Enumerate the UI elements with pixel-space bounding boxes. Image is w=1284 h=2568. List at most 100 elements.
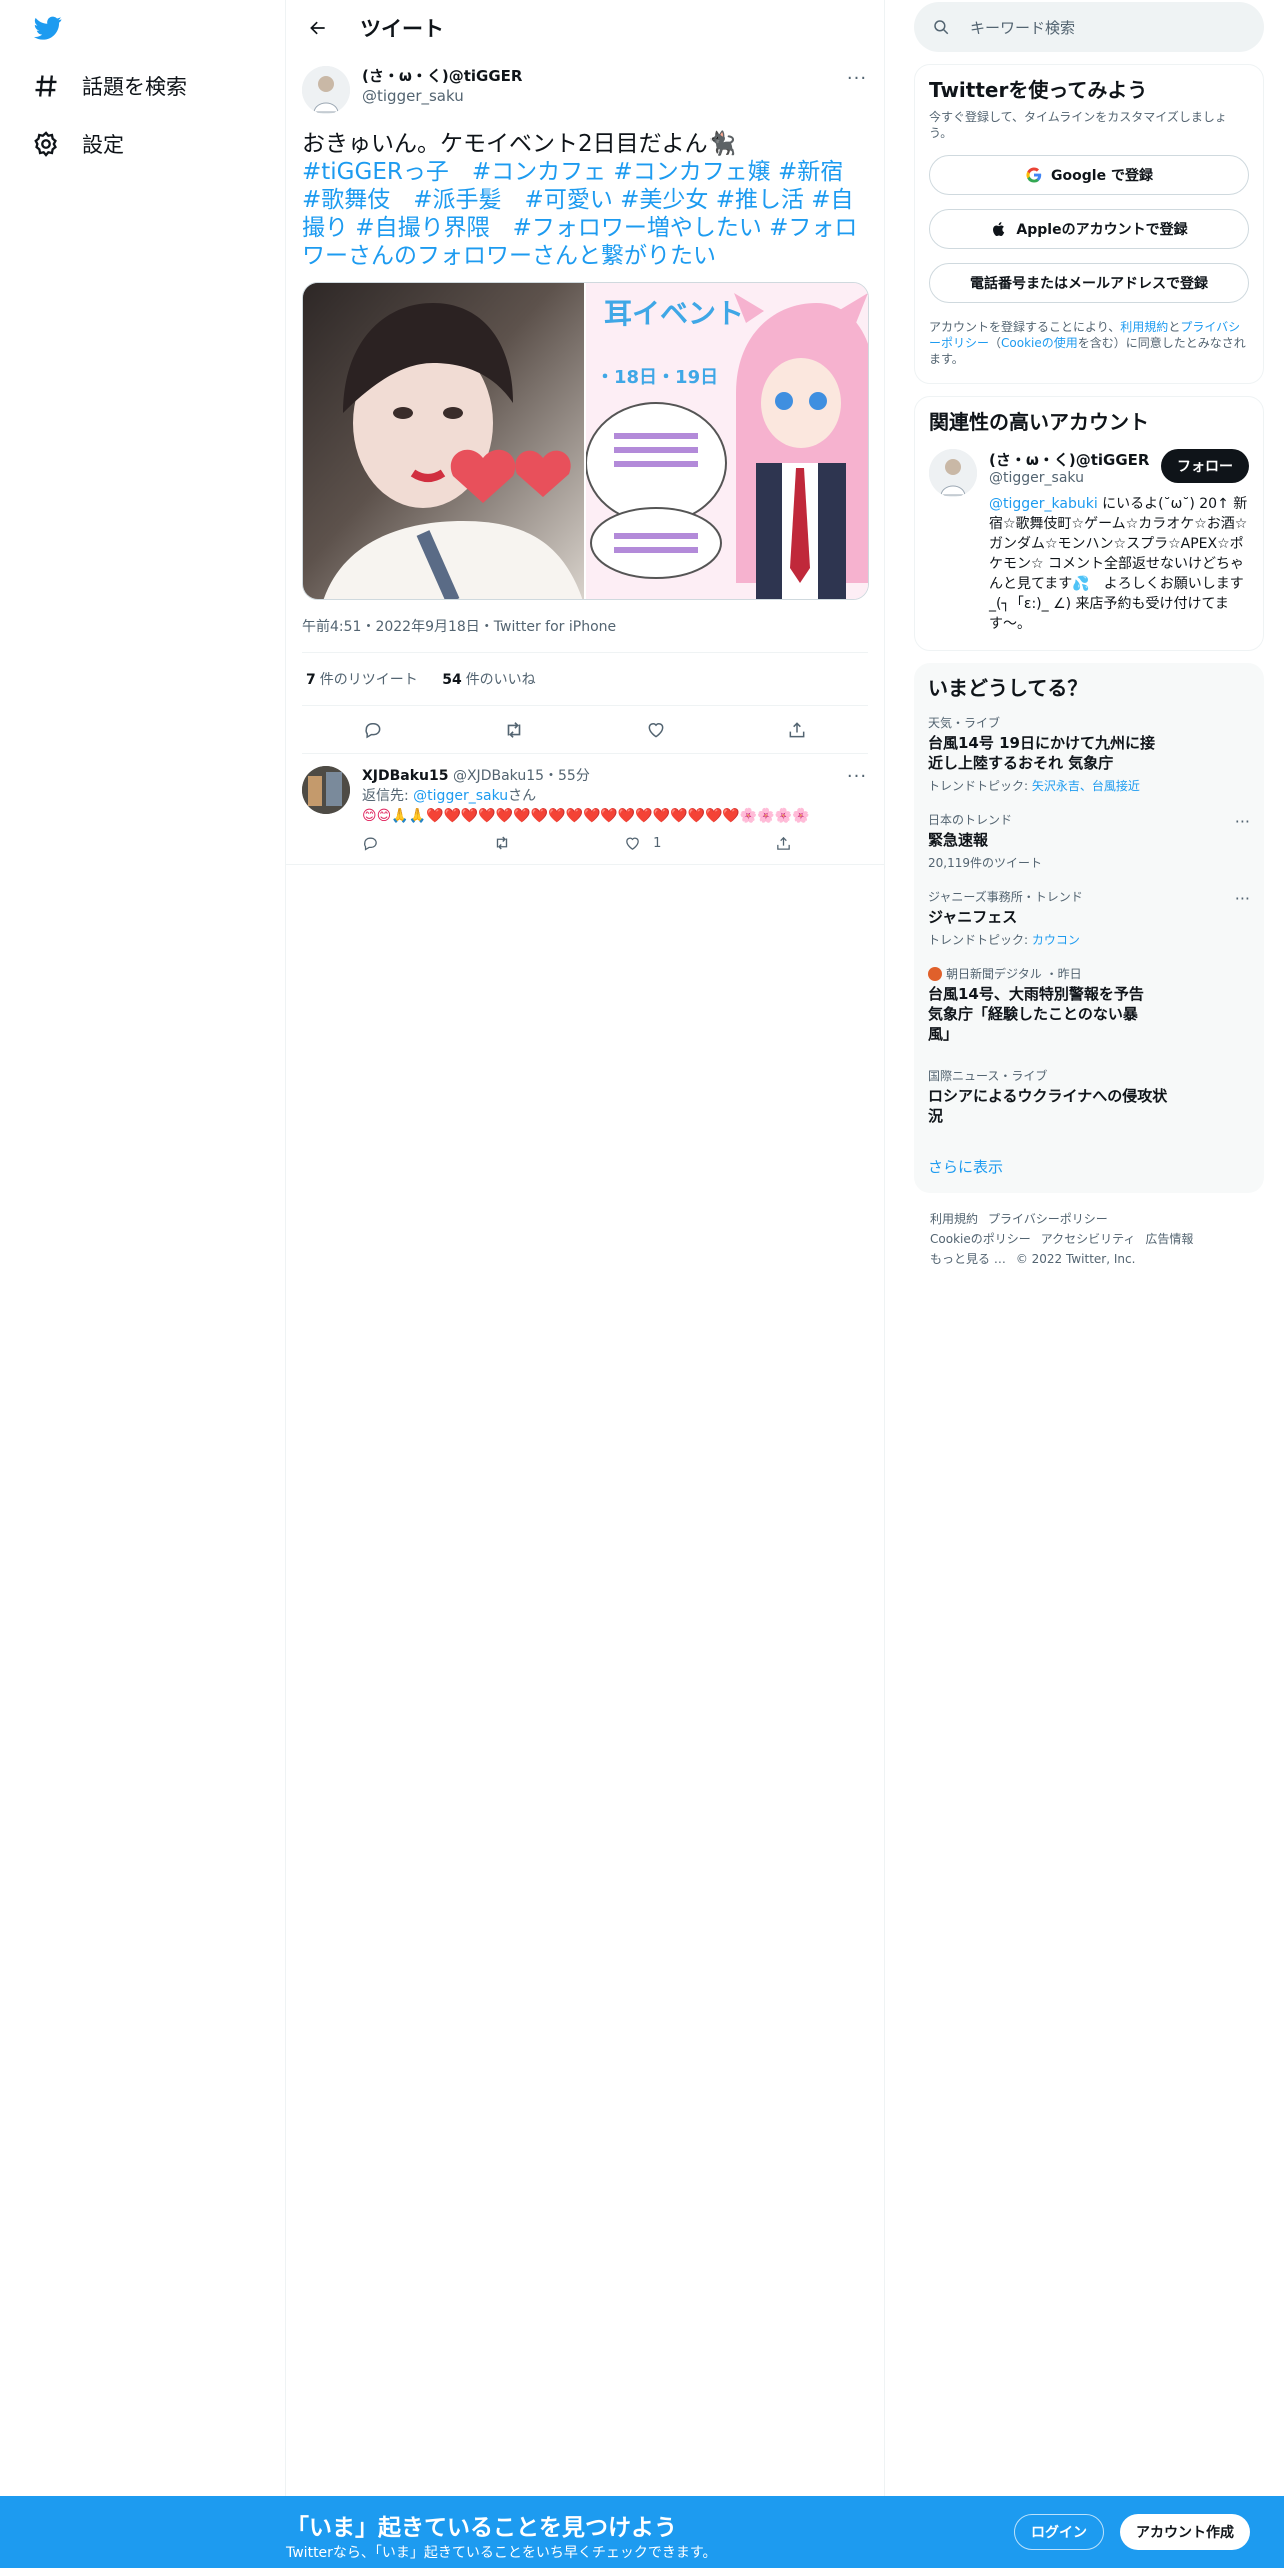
retweet-count: 7 xyxy=(306,672,316,688)
footer-ads-link[interactable]: 広告情報 xyxy=(1145,1232,1193,1246)
tweet-actions xyxy=(302,706,868,754)
show-more-link[interactable]: さらに表示 xyxy=(928,1156,1250,1177)
phone-email-signup-button[interactable]: 電話番号またはメールアドレスで登録 xyxy=(929,263,1249,303)
main-column: ツイート (さ・ω・く)@tiGGER @tigger_saku ··· おきゅ… xyxy=(286,0,885,2496)
author-handle[interactable]: @tigger_saku xyxy=(362,86,522,106)
reply-share-button[interactable] xyxy=(775,835,792,852)
reply-author-name[interactable]: XJDBaku15 xyxy=(362,768,449,784)
news-source: 朝日新聞デジタル ・昨日 xyxy=(928,966,1250,982)
trend-category: ジャニーズ事務所・トレンド xyxy=(928,890,1083,904)
avatar[interactable] xyxy=(302,66,350,114)
poster-dates: ・18日・19日 xyxy=(596,367,718,388)
bottom-subtext: Twitterなら、「いま」起きていることをいち早くチェックできます。 xyxy=(286,2545,717,2561)
reply-to-prefix: 返信先: xyxy=(362,788,414,804)
poster-title: 耳イベント xyxy=(604,297,744,330)
google-signup-button[interactable]: Google で登録 xyxy=(929,155,1249,195)
selfie-photo[interactable] xyxy=(303,283,584,599)
hashtag-icon xyxy=(35,75,57,97)
author-display-name[interactable]: (さ・ω・く)@tiGGER xyxy=(362,66,522,86)
retweet-icon xyxy=(496,836,507,850)
apple-signup-label: Appleのアカウントで登録 xyxy=(1016,222,1188,238)
like-label: 件のいいね xyxy=(465,672,536,688)
retweet-button[interactable] xyxy=(497,713,531,747)
tweet-author: (さ・ω・く)@tiGGER @tigger_saku ··· xyxy=(302,56,868,114)
retweet-stat[interactable]: 7 件のリツイート xyxy=(306,672,418,688)
signup-title: Twitterを使ってみよう xyxy=(929,78,1148,102)
page-title: ツイート xyxy=(360,17,444,41)
event-poster-image[interactable]: 耳イベント ・18日・19日 xyxy=(585,283,868,599)
trend-more-icon[interactable]: ··· xyxy=(1235,812,1250,831)
bio-link[interactable]: @tigger_kabuki xyxy=(989,496,1098,512)
tweet-timestamp[interactable]: 午前4:51・2022年9月18日・Twitter for iPhone xyxy=(302,616,868,653)
retweet-label: 件のリツイート xyxy=(319,672,418,688)
follow-button[interactable]: フォロー xyxy=(1161,449,1249,483)
like-button[interactable] xyxy=(639,713,673,747)
like-stat[interactable]: 54 件のいいね xyxy=(442,672,535,688)
related-name[interactable]: (さ・ω・く)@tiGGER xyxy=(989,451,1149,469)
reply-like-button[interactable]: 1 xyxy=(624,835,661,852)
trend-item[interactable]: 国際ニュース・ライブ ロシアによるウクライナへの侵攻状況 xyxy=(928,1068,1250,1126)
reply-more-icon[interactable]: ··· xyxy=(846,766,868,787)
tweet-media[interactable]: 耳イベント ・18日・19日 xyxy=(302,282,869,600)
trend-item[interactable]: 天気・ライブ 台風14号 19日にかけて九州に接近し上陸するおそれ 気象庁 トレ… xyxy=(928,715,1250,794)
tweet-text: おきゅいん。ケモイベント2日目だよん🐈‍⬛ #tiGGERっ子 #コンカフェ #… xyxy=(302,130,868,270)
legal-text-2: と xyxy=(1168,320,1181,334)
apple-signup-button[interactable]: Appleのアカウントで登録 xyxy=(929,209,1249,249)
trend-tweet-count: 20,119件のツイート xyxy=(928,856,1042,870)
related-avatar[interactable] xyxy=(929,449,977,497)
reply-tweet[interactable]: XJDBaku15 @XJDBaku15・55分 返信先: @tigger_sa… xyxy=(286,754,884,865)
trend-title: 台風14号、大雨特別警報を予告 気象庁「経験したことのない暴風」 xyxy=(928,985,1144,1043)
footer-more-link[interactable]: もっと見る … xyxy=(930,1252,1006,1266)
news-item[interactable]: 朝日新聞デジタル ・昨日 台風14号、大雨特別警報を予告 気象庁「経験したことの… xyxy=(928,966,1250,1044)
back-button[interactable] xyxy=(300,10,336,46)
reply-reply-button[interactable] xyxy=(362,835,379,852)
share-button[interactable] xyxy=(780,713,814,747)
right-sidebar: キーワード検索 Twitterを使ってみよう 今すぐ登録して、タイムラインをカス… xyxy=(914,0,1264,1269)
nav-settings[interactable]: 設定 xyxy=(32,116,124,172)
bio-text: にいるよ(˘ω˘) 20↑ 新宿☆歌舞伎町☆ゲーム☆カラオケ☆お酒☆ガンダム☆モ… xyxy=(989,496,1248,632)
trends-title: いまどうしてる？ xyxy=(928,676,1088,700)
selfie-illustration xyxy=(303,283,584,599)
phone-email-signup-label: 電話番号またはメールアドレスで登録 xyxy=(970,276,1208,292)
signup-subtitle: 今すぐ登録して、タイムラインをカスタマイズしましょう。 xyxy=(929,110,1227,140)
trend-more-icon[interactable]: ··· xyxy=(1235,889,1250,908)
trend-extra-label: トレンドトピック: xyxy=(928,933,1032,947)
login-button[interactable]: ログイン xyxy=(1014,2514,1104,2550)
footer-accessibility-link[interactable]: アクセシビリティ xyxy=(1041,1232,1136,1246)
tweet-hashtags[interactable]: #tiGGERっ子 #コンカフェ #コンカフェ嬢 #新宿 #歌舞伎 #派手髪 #… xyxy=(302,158,868,270)
news-source-logo-icon xyxy=(928,967,942,981)
google-icon xyxy=(1026,167,1042,183)
terms-link[interactable]: 利用規約 xyxy=(1120,320,1168,334)
bottom-headline: 「いま」起きていることを見つけよう xyxy=(286,2515,677,2541)
trend-item[interactable]: ジャニーズ事務所・トレンド ジャニフェス トレンドトピック: カウコン ··· xyxy=(928,889,1250,948)
related-account[interactable]: (さ・ω・く)@tiGGER @tigger_saku @tigger_kabu… xyxy=(929,449,1249,634)
cookie-link[interactable]: Cookieの使用 xyxy=(1001,336,1078,350)
reply-retweet-button[interactable] xyxy=(493,834,511,852)
trend-extra-link[interactable]: カウコン xyxy=(1032,933,1080,947)
reply-handle-time[interactable]: @XJDBaku15・55分 xyxy=(453,768,590,784)
reply-actions: 1 xyxy=(362,834,792,852)
search-bar[interactable]: キーワード検索 xyxy=(914,2,1264,52)
share-icon xyxy=(789,721,805,737)
related-accounts-card: 関連性の高いアカウント (さ・ω・く)@tiGGER @tigger_saku … xyxy=(914,396,1264,651)
signup-button[interactable]: アカウント作成 xyxy=(1120,2514,1250,2550)
reply-button[interactable] xyxy=(356,713,390,747)
left-navigation: 話題を検索 設定 xyxy=(0,0,286,2496)
apple-icon xyxy=(993,222,1005,236)
reply-to-link[interactable]: @tigger_saku xyxy=(413,788,508,804)
trend-title: ジャニフェス xyxy=(928,908,1018,926)
twitter-logo-icon[interactable] xyxy=(32,14,64,42)
trend-extra-link[interactable]: 矢沢永吉、台風接近 xyxy=(1032,779,1140,793)
bottom-signup-bar: 「いま」起きていることを見つけよう Twitterなら、「いま」起きていることを… xyxy=(0,2496,1284,2568)
nav-explore[interactable]: 話題を検索 xyxy=(32,58,187,114)
search-input[interactable]: キーワード検索 xyxy=(970,17,1075,38)
footer-privacy-link[interactable]: プライバシーポリシー xyxy=(988,1212,1108,1226)
trend-item[interactable]: 日本のトレンド 緊急速報 20,119件のツイート ··· xyxy=(928,812,1250,871)
reply-avatar[interactable] xyxy=(302,766,350,814)
related-bio: @tigger_kabuki にいるよ(˘ω˘) 20↑ 新宿☆歌舞伎町☆ゲーム… xyxy=(989,494,1249,634)
heart-icon xyxy=(648,722,664,738)
more-options-icon[interactable]: ··· xyxy=(846,68,868,89)
footer-cookie-link[interactable]: Cookieのポリシー xyxy=(930,1232,1031,1246)
footer-terms-link[interactable]: 利用規約 xyxy=(930,1212,978,1226)
nav-explore-label: 話題を検索 xyxy=(82,75,187,99)
